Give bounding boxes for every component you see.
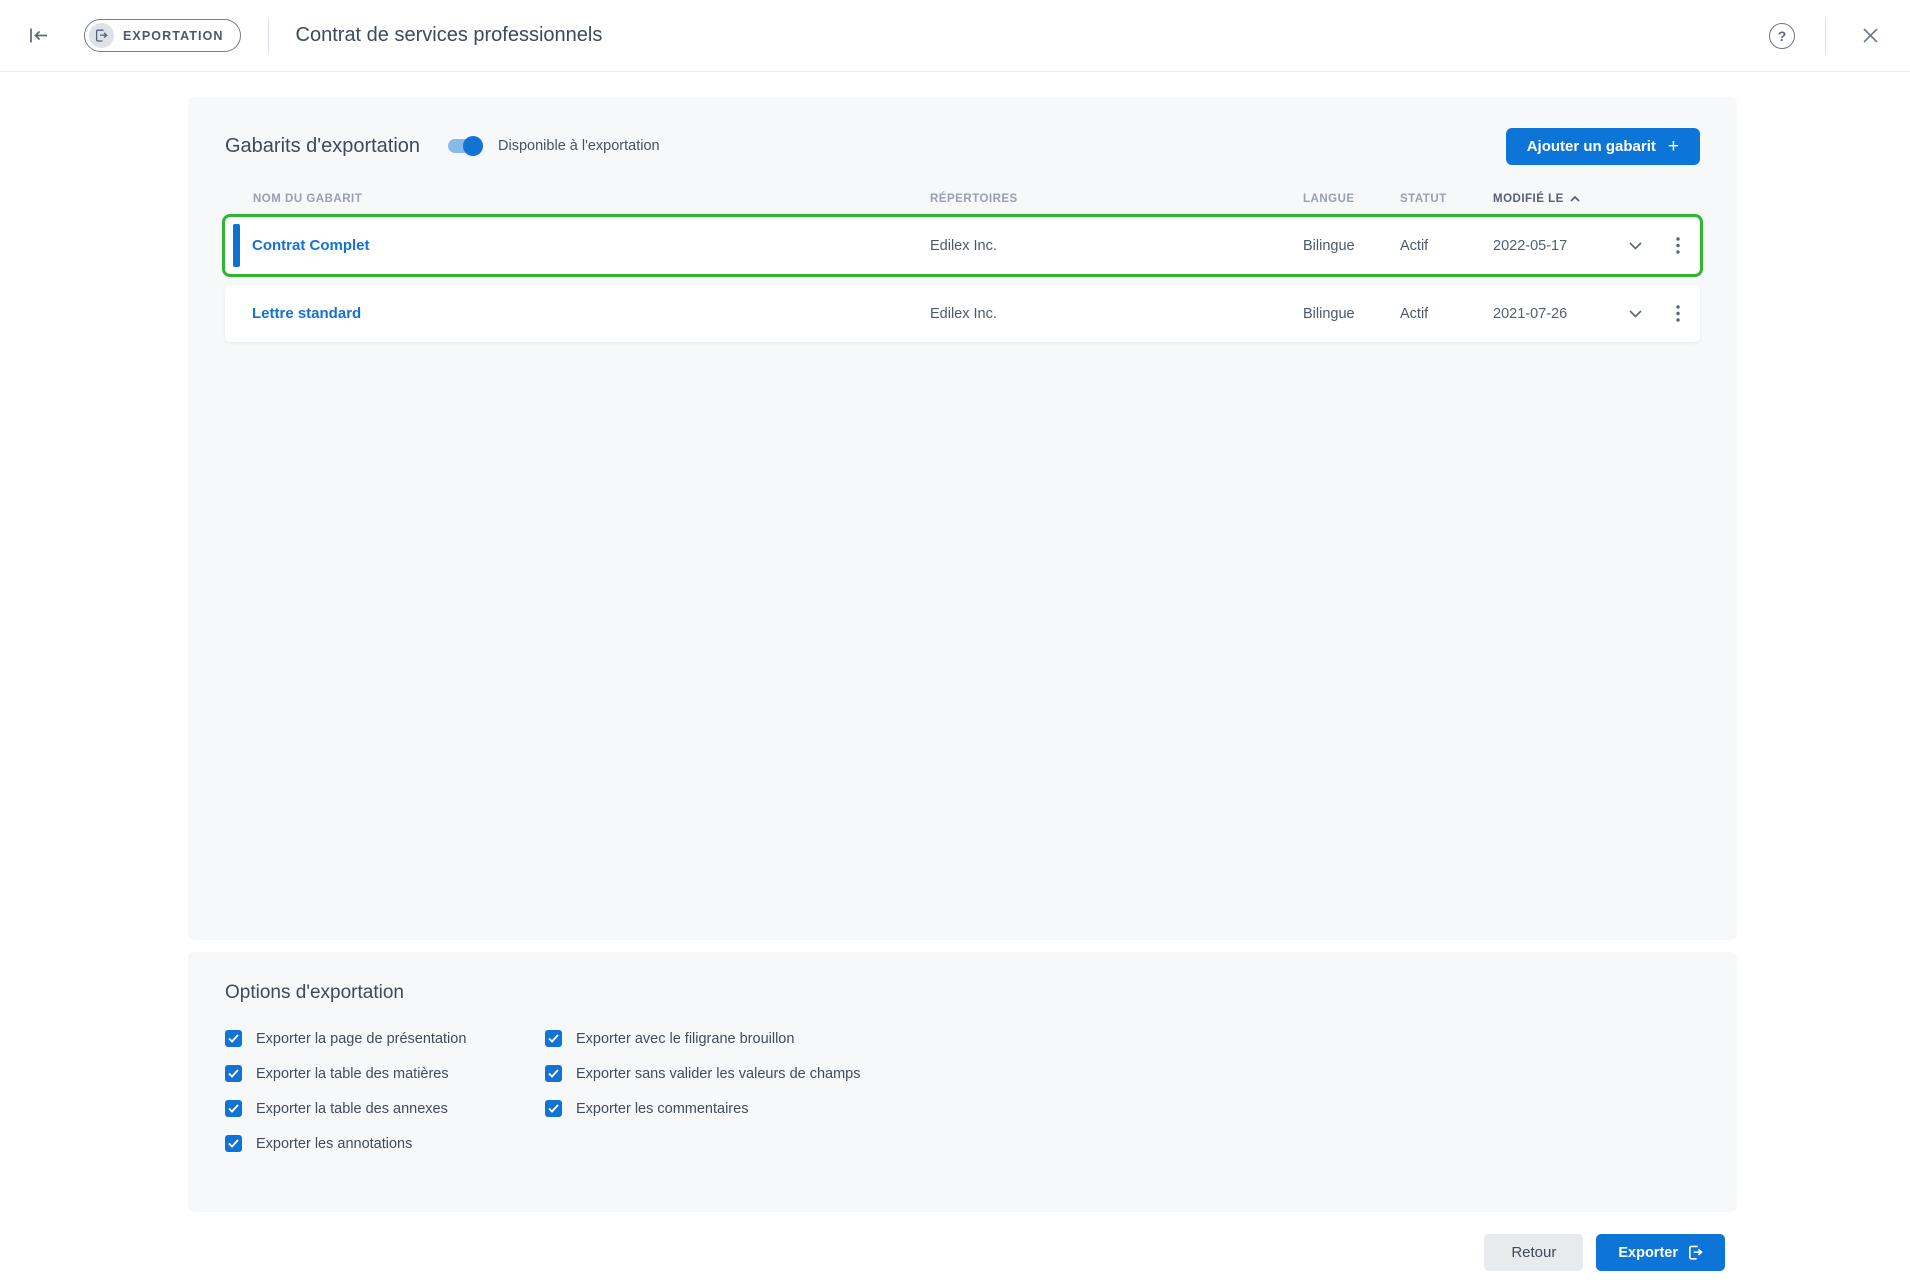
export-action-icon	[1688, 1245, 1703, 1260]
export-button-label: Exporter	[1618, 1245, 1678, 1261]
back-button[interactable]: Retour	[1484, 1234, 1583, 1271]
add-template-button[interactable]: Ajouter un gabarit +	[1506, 128, 1700, 165]
option-sans-valider-champs[interactable]: Exporter sans valider les valeurs de cha…	[545, 1063, 1700, 1084]
checkbox-icon[interactable]	[225, 1030, 242, 1047]
options-column-right: Exporter avec le filigrane brouillon Exp…	[545, 1028, 1700, 1119]
templates-table-header: NOM DU GABARIT RÉPERTOIRES LANGUE STATUT…	[225, 193, 1700, 217]
option-page-presentation[interactable]: Exporter la page de présentation	[225, 1028, 545, 1049]
export-button[interactable]: Exporter	[1596, 1234, 1725, 1271]
template-repertoire: Edilex Inc.	[930, 238, 1303, 254]
template-langue: Bilingue	[1303, 306, 1400, 322]
option-table-annexes[interactable]: Exporter la table des annexes	[225, 1098, 545, 1119]
checkbox-icon[interactable]	[545, 1100, 562, 1117]
checkbox-icon[interactable]	[545, 1065, 562, 1082]
help-icon[interactable]: ?	[1769, 23, 1795, 49]
options-panel-title: Options d'exportation	[225, 982, 1700, 1004]
template-modifie-le: 2021-07-26	[1493, 306, 1615, 322]
option-commentaires[interactable]: Exporter les commentaires	[545, 1098, 1700, 1119]
chevron-down-icon[interactable]	[1615, 285, 1655, 342]
export-templates-panel: Gabarits d'exportation Disponible à l'ex…	[188, 97, 1737, 940]
topbar-divider	[268, 18, 269, 54]
badge-label: EXPORTATION	[123, 29, 224, 43]
option-annotations[interactable]: Exporter les annotations	[225, 1133, 545, 1154]
toggle-knob	[463, 136, 483, 156]
topbar: EXPORTATION Contrat de services professi…	[0, 0, 1910, 72]
column-header-statut[interactable]: STATUT	[1400, 193, 1493, 205]
export-options-panel: Options d'exportation Exporter la page d…	[188, 952, 1737, 1212]
templates-table-body: Contrat Complet Edilex Inc. Bilingue Act…	[225, 217, 1700, 342]
template-modifie-le: 2022-05-17	[1493, 238, 1615, 254]
template-repertoire: Edilex Inc.	[930, 306, 1303, 322]
table-row-contrat-complet[interactable]: Contrat Complet Edilex Inc. Bilingue Act…	[225, 217, 1700, 274]
option-label: Exporter la table des annexes	[256, 1101, 448, 1117]
close-icon[interactable]	[1856, 22, 1884, 50]
option-label: Exporter avec le filigrane brouillon	[576, 1031, 794, 1047]
page-title: Contrat de services professionnels	[296, 24, 603, 47]
option-filigrane-brouillon[interactable]: Exporter avec le filigrane brouillon	[545, 1028, 1700, 1049]
available-for-export-toggle[interactable]	[446, 136, 483, 156]
template-name-link[interactable]: Lettre standard	[225, 305, 930, 322]
template-statut: Actif	[1400, 306, 1493, 322]
checkbox-icon[interactable]	[225, 1065, 242, 1082]
column-header-repertoires[interactable]: RÉPERTOIRES	[930, 193, 1303, 205]
templates-panel-title: Gabarits d'exportation	[225, 135, 420, 158]
footer-actions: Retour Exporter	[0, 1212, 1910, 1271]
option-label: Exporter les commentaires	[576, 1101, 748, 1117]
sort-asc-icon	[1570, 196, 1580, 202]
column-header-name[interactable]: NOM DU GABARIT	[225, 193, 930, 205]
checkbox-icon[interactable]	[225, 1100, 242, 1117]
collapse-left-icon[interactable]	[24, 22, 52, 50]
kebab-menu-icon[interactable]	[1655, 285, 1700, 342]
toggle-label: Disponible à l'exportation	[498, 138, 660, 154]
options-column-left: Exporter la page de présentation Exporte…	[225, 1028, 545, 1154]
export-badge-icon	[89, 23, 114, 48]
option-label: Exporter sans valider les valeurs de cha…	[576, 1066, 861, 1082]
plus-icon: +	[1668, 137, 1679, 156]
exportation-badge: EXPORTATION	[84, 19, 241, 52]
option-table-matieres[interactable]: Exporter la table des matières	[225, 1063, 545, 1084]
table-row-lettre-standard[interactable]: Lettre standard Edilex Inc. Bilingue Act…	[225, 285, 1700, 342]
checkbox-icon[interactable]	[225, 1135, 242, 1152]
option-label: Exporter la table des matières	[256, 1066, 449, 1082]
template-name-link[interactable]: Contrat Complet	[225, 237, 930, 254]
option-label: Exporter les annotations	[256, 1136, 412, 1152]
option-label: Exporter la page de présentation	[256, 1031, 466, 1047]
modifie-le-label: MODIFIÉ LE	[1493, 193, 1564, 205]
chevron-down-icon[interactable]	[1615, 217, 1655, 274]
topbar-right-divider	[1825, 18, 1826, 54]
kebab-menu-icon[interactable]	[1655, 217, 1700, 274]
template-langue: Bilingue	[1303, 238, 1400, 254]
add-template-label: Ajouter un gabarit	[1527, 138, 1656, 155]
template-statut: Actif	[1400, 238, 1493, 254]
checkbox-icon[interactable]	[545, 1030, 562, 1047]
column-header-modifie-le[interactable]: MODIFIÉ LE	[1493, 193, 1615, 205]
column-header-langue[interactable]: LANGUE	[1303, 193, 1400, 205]
